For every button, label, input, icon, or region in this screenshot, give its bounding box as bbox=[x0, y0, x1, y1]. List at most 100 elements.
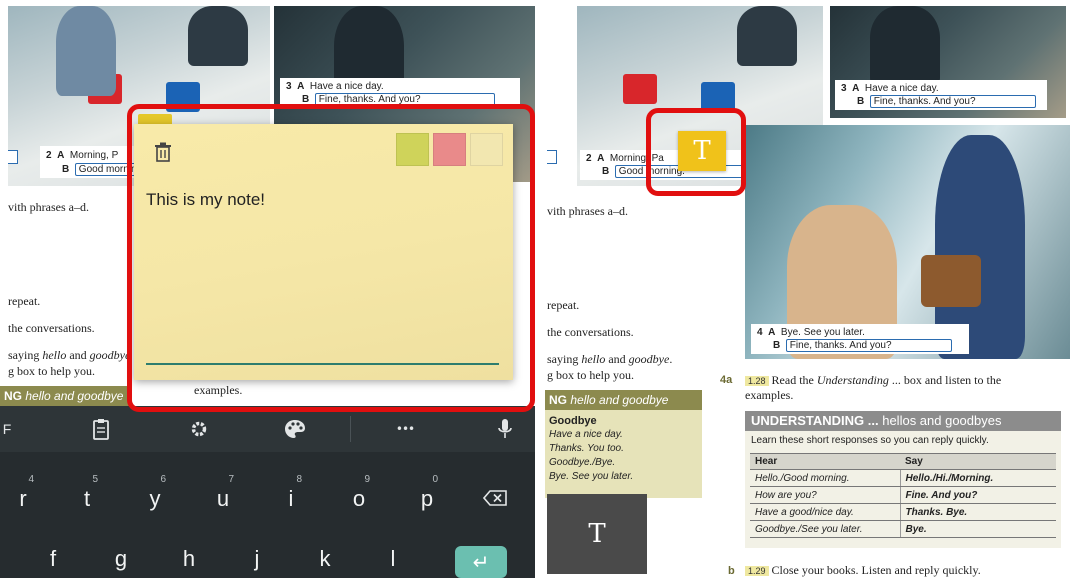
key-label: u bbox=[216, 486, 230, 511]
key-label: p bbox=[420, 486, 434, 511]
key-number-hint: 8 bbox=[296, 474, 302, 485]
key-y[interactable]: y6 bbox=[132, 468, 178, 518]
color-swatch-pink[interactable] bbox=[433, 133, 466, 166]
caption-number: 2 bbox=[46, 150, 52, 161]
answer-input[interactable]: Fine, thanks. And you? bbox=[869, 95, 1036, 108]
hear-say-table: Hear Say Hello./Good morning. Hello./Hi./… bbox=[750, 453, 1056, 538]
phrase-item: Have a nice day. bbox=[549, 429, 623, 440]
key-o[interactable]: o9 bbox=[336, 468, 382, 518]
key-number-hint: 4 bbox=[28, 474, 34, 485]
red-mug bbox=[623, 74, 657, 104]
color-swatch-cream[interactable] bbox=[470, 133, 503, 166]
partial-key-f: F bbox=[2, 421, 12, 437]
enter-key[interactable]: ↵ bbox=[455, 546, 507, 578]
key-number-hint: 5 bbox=[92, 474, 98, 485]
text-tool-button[interactable]: T bbox=[547, 494, 647, 574]
speaker-a-label: A bbox=[852, 83, 860, 94]
speaker-a-label: A bbox=[57, 150, 65, 161]
understanding-description: Learn these short responses so you can r… bbox=[751, 435, 989, 446]
key-number-hint: 6 bbox=[160, 474, 166, 485]
toolbar-separator bbox=[350, 416, 351, 442]
exercise-instruction: 1.28 Read the Understanding ... box and … bbox=[745, 373, 1001, 388]
blue-mug bbox=[166, 82, 200, 112]
caption-3: 3 A Have a nice day. B Fine, thanks. And… bbox=[835, 80, 1047, 110]
instruction-text: saying hello and goodbye bbox=[8, 348, 131, 362]
key-h[interactable]: h bbox=[166, 528, 212, 578]
caption-3: 3 A Have a nice day. B Fine, thanks. And… bbox=[280, 78, 520, 108]
phrase-item: Bye. See you later. bbox=[549, 471, 634, 482]
hear-cell: Have a good/nice day. bbox=[750, 503, 901, 521]
blue-input-edge bbox=[547, 150, 557, 164]
key-label: r bbox=[19, 486, 27, 511]
key-u[interactable]: u7 bbox=[200, 468, 246, 518]
audio-track-tag[interactable]: 1.29 bbox=[745, 566, 769, 576]
instruction-text: repeat. bbox=[547, 298, 580, 312]
panel-divider bbox=[535, 0, 545, 578]
palette-icon[interactable] bbox=[282, 416, 308, 442]
key-l[interactable]: l bbox=[370, 528, 416, 578]
answer-input[interactable]: Fine, thanks. And you? bbox=[785, 339, 952, 352]
caption-number: 3 bbox=[286, 81, 292, 92]
text-field-underline bbox=[146, 363, 499, 365]
speaker-a-label: A bbox=[768, 327, 776, 338]
person-figure bbox=[737, 6, 797, 66]
answer-input[interactable]: Good mornin bbox=[74, 163, 141, 176]
settings-gear-icon[interactable] bbox=[186, 416, 212, 442]
backspace-key[interactable] bbox=[472, 468, 518, 518]
exercise-number: b bbox=[728, 565, 735, 577]
microphone-icon[interactable] bbox=[492, 416, 518, 442]
column-header-hear: Hear bbox=[750, 453, 900, 470]
speaker-a-label: A bbox=[597, 153, 605, 164]
text-note-badge[interactable]: T bbox=[678, 131, 726, 171]
caption-number: 2 bbox=[586, 153, 592, 164]
person-figure bbox=[870, 6, 940, 86]
say-cell: Hello./Hi./Morning. bbox=[900, 469, 1056, 487]
speaker-b-label: B bbox=[602, 166, 610, 177]
blue-mug bbox=[701, 82, 735, 112]
key-number-hint: 7 bbox=[228, 474, 234, 485]
key-f[interactable]: f bbox=[30, 528, 76, 578]
speaker-b-label: B bbox=[773, 340, 781, 351]
caption-number: 3 bbox=[841, 83, 847, 94]
key-t[interactable]: t5 bbox=[64, 468, 110, 518]
more-options-icon[interactable]: ••• bbox=[390, 416, 420, 442]
instruction-text: vith phrases a–d. bbox=[8, 200, 89, 214]
say-cell: Bye. bbox=[900, 520, 1056, 538]
section-bar: NG hello and goodbye bbox=[0, 386, 130, 406]
key-p[interactable]: p0 bbox=[404, 468, 450, 518]
instruction-text: examples. bbox=[194, 383, 243, 397]
key-label: i bbox=[288, 486, 294, 511]
instruction-text: vith phrases a–d. bbox=[547, 204, 628, 218]
answer-input[interactable]: Fine, thanks. And you? bbox=[314, 93, 495, 106]
audio-track-tag[interactable]: 1.28 bbox=[745, 376, 769, 386]
key-number-hint: 9 bbox=[364, 474, 370, 485]
key-r[interactable]: r4 bbox=[0, 468, 46, 518]
clipboard-icon[interactable] bbox=[88, 416, 114, 442]
exercise-instruction: examples. bbox=[745, 388, 794, 402]
blue-input-edge bbox=[8, 150, 18, 164]
phrase-item: Goodbye./Bye. bbox=[549, 457, 616, 468]
caption-2: 2 A Morning, P B Good mornin bbox=[40, 146, 141, 178]
instruction-text: g box to help you. bbox=[8, 364, 95, 378]
person-figure bbox=[188, 6, 248, 66]
key-g[interactable]: g bbox=[98, 528, 144, 578]
speaker-a-text: Morning, P bbox=[69, 150, 119, 161]
note-text-field[interactable]: This is my note! bbox=[146, 190, 265, 210]
table-row: Hello./Good morning. Hello./Hi./Morning. bbox=[750, 469, 1056, 487]
key-label: o bbox=[352, 486, 366, 511]
instruction-text: repeat. bbox=[8, 294, 41, 308]
trash-icon[interactable] bbox=[154, 142, 172, 162]
person-figure bbox=[56, 6, 116, 96]
caption-4: 4 A Bye. See you later. B Fine, thanks. … bbox=[751, 324, 969, 354]
instruction-text: saying hello and goodbye. bbox=[547, 352, 673, 366]
exercise-instruction: 1.29 Close your books. Listen and reply … bbox=[745, 563, 981, 578]
instruction-text: the conversations. bbox=[8, 321, 95, 335]
sticky-note[interactable]: This is my note! bbox=[134, 124, 513, 380]
color-swatch-green[interactable] bbox=[396, 133, 429, 166]
key-k[interactable]: k bbox=[302, 528, 348, 578]
key-j[interactable]: j bbox=[234, 528, 280, 578]
key-i[interactable]: i8 bbox=[268, 468, 314, 518]
speaker-a-text: Morning, Pa bbox=[609, 153, 664, 164]
table-row: Have a good/nice day. Thanks. Bye. bbox=[750, 503, 1056, 521]
instruction-text: the conversations. bbox=[547, 325, 634, 339]
